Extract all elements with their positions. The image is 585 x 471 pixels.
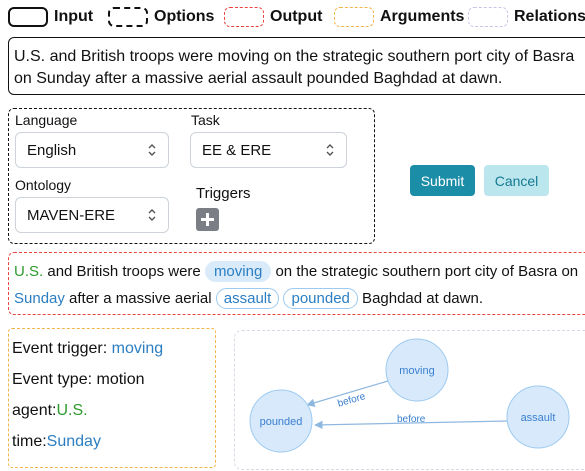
arg-time: time:Sunday	[12, 433, 101, 451]
output-panel: U.S. and British troops were moving on t…	[8, 252, 585, 315]
input-text: U.S. and British troops were moving on t…	[14, 48, 575, 87]
arg-agent: agent:U.S.	[12, 402, 88, 420]
options-panel: Language English Task EE & ERE Ontology …	[8, 108, 375, 244]
language-select-value: English	[27, 141, 77, 159]
trigger-pounded[interactable]: pounded	[283, 288, 358, 309]
arg-time-value: Sunday	[46, 433, 101, 450]
chevron-updown-icon	[326, 144, 334, 156]
edge-label-before-2: before	[397, 414, 426, 425]
output-text: and British troops were	[43, 263, 205, 280]
chevron-updown-icon	[148, 144, 156, 156]
entity-sunday[interactable]: Sunday	[14, 290, 65, 307]
ontology-label: Ontology	[15, 177, 72, 193]
ontology-select[interactable]: MAVEN-ERE	[15, 197, 169, 233]
arguments-panel: Event trigger: moving Event type: motion…	[8, 328, 216, 468]
arg-trigger-value: moving	[111, 340, 164, 357]
task-select[interactable]: EE & ERE	[190, 132, 347, 168]
language-label: Language	[15, 112, 78, 128]
legend: Input Options Output Arguments Relations	[8, 4, 585, 30]
input-text-area[interactable]: U.S. and British troops were moving on t…	[8, 37, 585, 95]
edge-label-before-1: before	[336, 391, 367, 410]
language-select[interactable]: English	[15, 132, 169, 168]
legend-output-label: Output	[270, 8, 323, 25]
task-label: Task	[191, 112, 220, 128]
arg-type-label: Event type:	[12, 371, 97, 388]
arg-agent-label: agent:	[12, 402, 57, 419]
legend-arguments-label: Arguments	[380, 8, 465, 25]
submit-button[interactable]: Submit	[410, 165, 475, 196]
trigger-moving[interactable]: moving	[204, 261, 272, 282]
arg-time-label: time:	[12, 433, 47, 450]
legend-relations: Relations	[468, 4, 585, 30]
legend-options-label: Options	[154, 8, 215, 25]
arg-event-trigger: Event trigger: moving	[12, 340, 163, 358]
legend-arguments: Arguments	[334, 4, 464, 30]
legend-input-label: Input	[54, 8, 94, 25]
legend-output-swatch	[224, 7, 264, 27]
legend-options-swatch	[108, 7, 148, 27]
arg-type-value: motion	[96, 371, 145, 388]
arg-event-type: Event type: motion	[12, 371, 145, 389]
output-text: on the strategic southern port city of B…	[271, 263, 579, 280]
legend-options: Options	[108, 4, 214, 30]
legend-input-swatch	[8, 7, 48, 27]
node-moving-label: moving	[399, 365, 434, 377]
legend-arguments-swatch	[334, 7, 374, 27]
node-pounded-label: pounded	[260, 416, 303, 428]
trigger-assault[interactable]: assault	[215, 288, 280, 309]
entity-us[interactable]: U.S.	[14, 263, 43, 280]
relations-panel: before before moving pounded assault	[234, 330, 585, 470]
task-select-value: EE & ERE	[202, 141, 272, 159]
legend-input: Input	[8, 4, 93, 30]
chevron-updown-icon	[148, 209, 156, 221]
node-assault-label: assault	[521, 412, 556, 424]
output-text: after a massive aerial	[64, 290, 216, 307]
cancel-button[interactable]: Cancel	[484, 165, 549, 196]
output-text: Baghdad at dawn.	[357, 290, 483, 307]
legend-output: Output	[224, 4, 322, 30]
arg-trigger-label: Event trigger:	[12, 340, 112, 357]
add-trigger-button[interactable]	[196, 208, 219, 231]
triggers-label: Triggers	[196, 185, 251, 202]
ontology-select-value: MAVEN-ERE	[27, 206, 116, 224]
arg-agent-value: U.S.	[56, 402, 88, 419]
legend-relations-swatch	[468, 7, 508, 27]
legend-relations-label: Relations	[514, 8, 585, 25]
relation-graph: before before moving pounded assault	[249, 338, 570, 453]
